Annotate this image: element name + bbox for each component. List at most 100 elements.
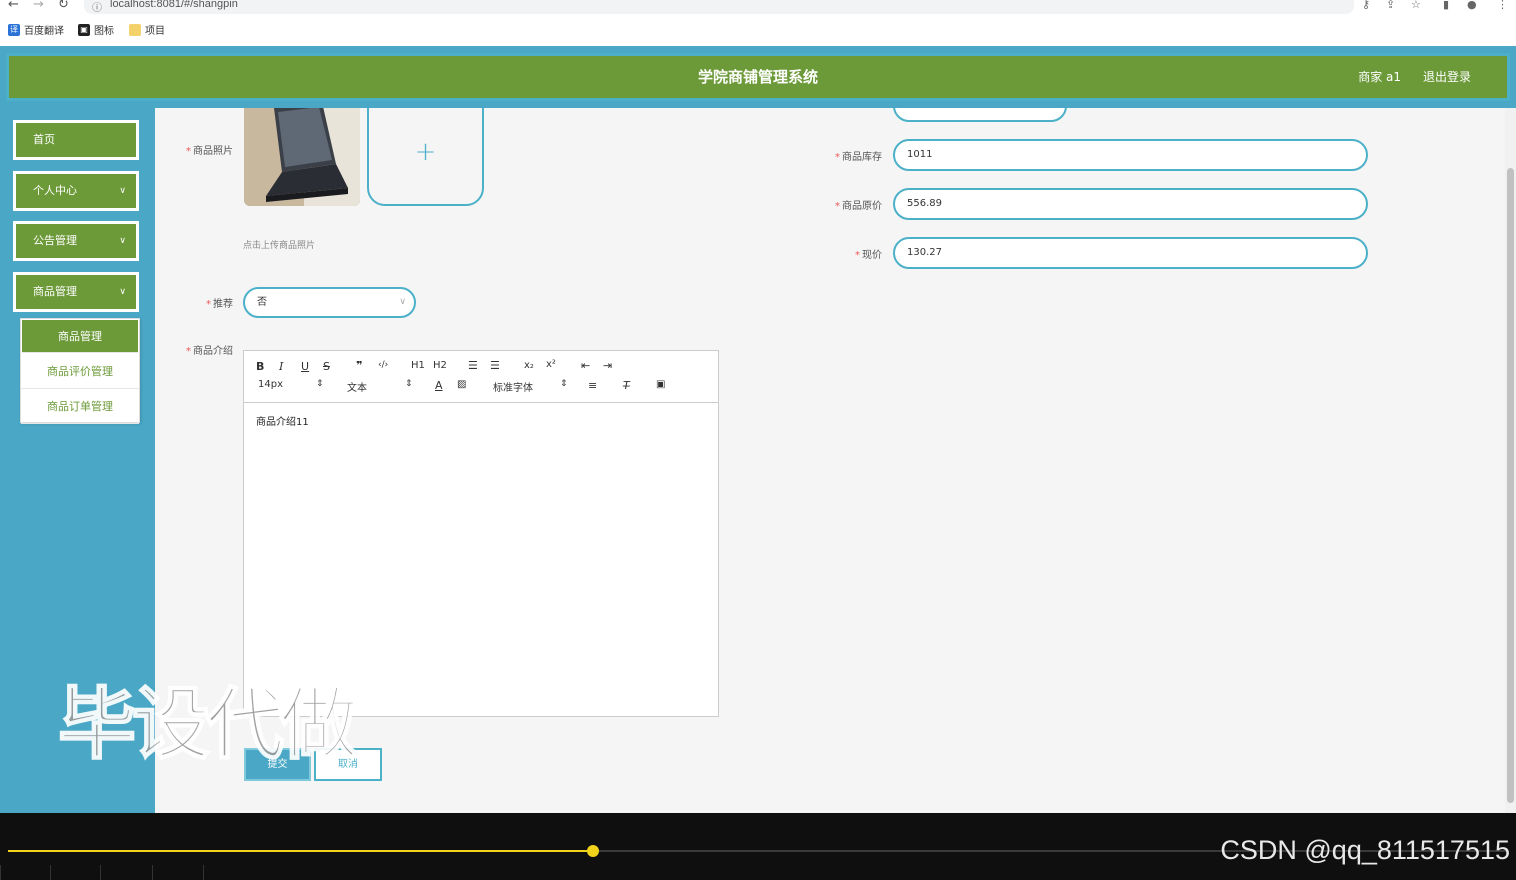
folder-icon xyxy=(129,23,141,36)
url-text: localhost:8081/#/shangpin xyxy=(110,0,238,10)
header-2-icon[interactable]: H2 xyxy=(433,360,447,371)
submenu-product-orders[interactable]: 商品订单管理 xyxy=(21,389,139,424)
intro-label: * 商品介绍 xyxy=(186,346,233,357)
sidebar-item-home[interactable]: 首页 xyxy=(13,120,139,160)
outdent-icon[interactable]: ⇤ xyxy=(581,359,590,372)
background-color-icon[interactable]: ▨ xyxy=(457,379,466,390)
chevron-down-icon: ∨ xyxy=(119,287,126,297)
insert-image-icon[interactable]: ▣ xyxy=(656,379,665,390)
superscript-icon[interactable]: x² xyxy=(546,359,556,370)
align-icon[interactable]: ≡ xyxy=(588,379,597,392)
font-family-select[interactable]: 标准字体 xyxy=(493,379,533,394)
editor-content[interactable]: 商品介绍11 xyxy=(244,403,718,438)
site-info-icon[interactable]: ⓘ xyxy=(92,0,102,14)
product-type-select[interactable] xyxy=(893,108,1067,122)
header-bar: 学院商铺管理系统 商家 a1 退出登录 xyxy=(6,53,1510,101)
video-thumbnails xyxy=(0,865,260,880)
translate-icon: 译 xyxy=(8,23,20,36)
paragraph-select[interactable]: 文本 xyxy=(347,379,367,394)
code-block-icon[interactable]: ‹/› xyxy=(378,360,388,370)
video-thumb[interactable] xyxy=(50,865,100,880)
stock-input[interactable]: 1011 xyxy=(893,139,1368,171)
subscript-icon[interactable]: x₂ xyxy=(524,360,534,371)
recommend-value: 否 xyxy=(257,297,267,308)
underline-icon[interactable]: U xyxy=(301,360,309,373)
video-player-bar: CSDN @qq_811517515 xyxy=(0,813,1516,880)
bullet-list-icon[interactable]: ☰ xyxy=(490,359,500,372)
upload-photo-button[interactable]: + xyxy=(367,108,484,206)
upload-tip: 点击上传商品照片 xyxy=(243,241,316,251)
laptop-photo xyxy=(244,108,360,206)
sidebar-item-notices[interactable]: 公告管理 ∨ xyxy=(13,221,139,261)
recommend-label: * 推荐 xyxy=(206,299,233,310)
sidebar-item-label: 公告管理 xyxy=(33,234,77,247)
logout-button[interactable]: 退出登录 xyxy=(1423,56,1471,98)
bookmark-label: 百度翻译 xyxy=(24,26,64,37)
key-icon[interactable]: ⚷ xyxy=(1362,0,1370,11)
video-progress-fill xyxy=(8,850,593,852)
bookmark-label: 图标 xyxy=(94,26,114,37)
chevron-down-icon: ∨ xyxy=(119,236,126,246)
bookmark-icons[interactable]: ▣ 图标 xyxy=(78,22,114,37)
font-size-select[interactable]: 14px xyxy=(258,379,283,390)
star-icon[interactable]: ☆ xyxy=(1411,0,1421,11)
csdn-credit: CSDN @qq_811517515 xyxy=(1220,835,1510,865)
page-scrollbar[interactable] xyxy=(1505,108,1516,813)
current-price-input[interactable]: 130.27 xyxy=(893,237,1368,269)
chevron-down-icon: ∨ xyxy=(119,186,126,196)
reload-icon[interactable]: ↻ xyxy=(58,0,69,12)
bookmark-label: 项目 xyxy=(145,26,165,37)
stock-label: * 商品库存 xyxy=(835,152,882,163)
forward-icon[interactable]: → xyxy=(33,0,44,12)
app-title: 学院商铺管理系统 xyxy=(697,68,818,86)
image-icon: ▣ xyxy=(78,23,90,36)
address-bar[interactable]: ⓘ localhost:8081/#/shangpin xyxy=(84,0,1354,14)
back-icon[interactable]: ← xyxy=(8,0,19,12)
font-size-arrows-icon: ⇕ xyxy=(316,379,324,389)
font-color-icon[interactable]: A xyxy=(435,379,443,392)
blockquote-icon[interactable]: ❞ xyxy=(356,359,362,372)
ordered-list-icon[interactable]: ☰ xyxy=(468,359,478,372)
strikethrough-icon[interactable]: S xyxy=(323,360,330,373)
watermark: 毕设代做 xyxy=(57,679,359,771)
italic-icon[interactable]: I xyxy=(279,360,283,373)
bookmark-baidu-translate[interactable]: 译 百度翻译 xyxy=(8,22,64,37)
video-progress-knob[interactable] xyxy=(587,845,599,857)
plus-icon: + xyxy=(414,137,437,167)
current-user: 商家 a1 xyxy=(1358,70,1401,84)
bookmarks-bar: 译 百度翻译 ▣ 图标 项目 xyxy=(0,22,1516,40)
bold-icon[interactable]: B xyxy=(256,360,264,373)
browser-chrome: ← → ↻ ⓘ localhost:8081/#/shangpin ⚷ ⇪ ☆ … xyxy=(0,0,1516,46)
video-thumb[interactable] xyxy=(203,865,253,880)
scrollbar-thumb[interactable] xyxy=(1507,168,1514,803)
sidebar-item-label: 首页 xyxy=(33,133,55,146)
address-row: ← → ↻ ⓘ localhost:8081/#/shangpin ⚷ ⇪ ☆ … xyxy=(0,0,1516,14)
sidepanel-icon[interactable]: ▮ xyxy=(1443,0,1449,11)
clear-format-icon[interactable]: T̶ xyxy=(623,379,630,392)
sidebar-item-products[interactable]: 商品管理 ∨ xyxy=(13,272,139,312)
chevron-down-icon: ∨ xyxy=(399,297,406,307)
sidebar-item-profile[interactable]: 个人中心 ∨ xyxy=(13,171,139,211)
photo-label: * 商品照片 xyxy=(186,146,233,157)
video-thumb[interactable] xyxy=(152,865,202,880)
profile-icon[interactable]: ● xyxy=(1467,0,1477,11)
indent-icon[interactable]: ⇥ xyxy=(603,359,612,372)
header-1-icon[interactable]: H1 xyxy=(411,360,425,371)
app-header: 学院商铺管理系统 商家 a1 退出登录 xyxy=(0,46,1516,108)
share-icon[interactable]: ⇪ xyxy=(1386,0,1395,11)
bookmark-project[interactable]: 项目 xyxy=(129,22,165,37)
recommend-select[interactable]: 否 ∨ xyxy=(243,287,416,318)
original-price-label: * 商品原价 xyxy=(835,201,882,212)
current-price-label: * 现价 xyxy=(855,250,882,261)
product-photo[interactable] xyxy=(244,108,360,206)
products-submenu: 商品管理 商品评价管理 商品订单管理 xyxy=(20,318,140,424)
submenu-product-reviews[interactable]: 商品评价管理 xyxy=(21,354,139,389)
video-thumb[interactable] xyxy=(0,865,50,880)
submenu-product-manage[interactable]: 商品管理 xyxy=(22,320,138,353)
paragraph-arrows-icon: ⇕ xyxy=(405,379,413,389)
original-price-input[interactable]: 556.89 xyxy=(893,188,1368,220)
menu-icon[interactable]: ⋮ xyxy=(1497,0,1508,11)
video-thumb[interactable] xyxy=(100,865,150,880)
main-content: * 商品照片 + 点击上传商品照片 * 推荐 否 ∨ * 商品介绍 B I U S ❞… xyxy=(155,108,1505,813)
editor-toolbar: B I U S ❞ ‹/› H1 H2 ☰ ☰ x₂ x² ⇤ ⇥ 14px ⇕… xyxy=(244,351,718,403)
